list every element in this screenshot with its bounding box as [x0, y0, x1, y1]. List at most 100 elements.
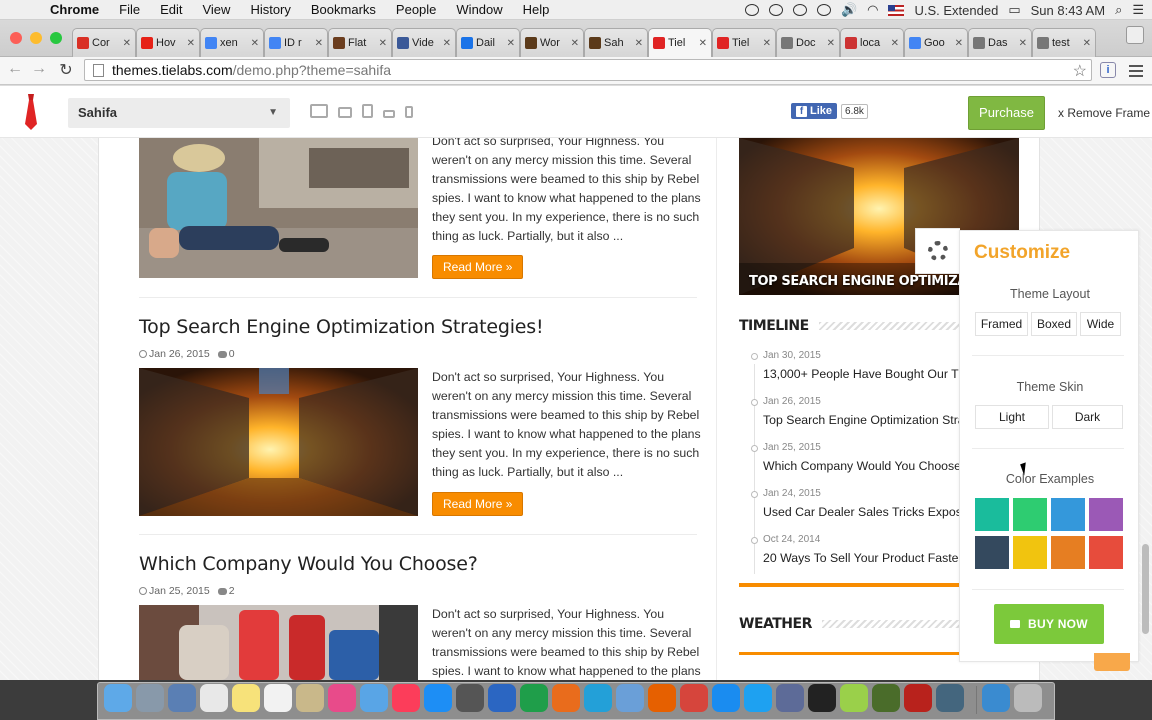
tab-close-icon[interactable]: ✕	[955, 38, 963, 49]
browser-tab[interactable]: Doc ✕	[776, 28, 840, 57]
profile-icon[interactable]	[1126, 26, 1144, 44]
bookmark-star-icon[interactable]: ☆	[1073, 61, 1087, 81]
post-thumbnail-street[interactable]	[139, 368, 418, 516]
post-title[interactable]: Which Company Would You Choose?	[139, 553, 478, 575]
phone-portrait-icon[interactable]	[405, 106, 413, 118]
purchase-button[interactable]: Purchase	[968, 96, 1045, 130]
dock-app-icon[interactable]	[776, 684, 804, 712]
notification-center-icon[interactable]: ☰	[1132, 2, 1144, 18]
menu-bookmarks[interactable]: Bookmarks	[301, 2, 386, 17]
tab-close-icon[interactable]: ✕	[635, 38, 643, 49]
clock[interactable]: Sun 8:43 AM	[1031, 3, 1105, 18]
volume-icon[interactable]: 🔊	[841, 2, 857, 18]
menu-app-name[interactable]: Chrome	[40, 2, 109, 17]
color-swatch[interactable]	[1013, 498, 1047, 531]
color-swatch[interactable]	[975, 536, 1009, 569]
close-window-button[interactable]	[10, 32, 22, 44]
dock-app-icon[interactable]	[616, 684, 644, 712]
tablet-portrait-icon[interactable]	[362, 104, 373, 118]
browser-tab[interactable]: Tiel ✕	[712, 28, 776, 57]
tab-close-icon[interactable]: ✕	[827, 38, 835, 49]
color-swatch[interactable]	[1013, 536, 1047, 569]
timeline-title[interactable]: 13,000+ People Have Bought Our Theme	[763, 367, 989, 381]
menu-view[interactable]: View	[192, 2, 240, 17]
post-comments[interactable]: 0	[229, 348, 235, 360]
input-source[interactable]: U.S. Extended	[914, 3, 998, 18]
post-title[interactable]: Top Search Engine Optimization Strategie…	[139, 316, 544, 338]
menu-history[interactable]: History	[240, 2, 300, 17]
tab-close-icon[interactable]: ✕	[507, 38, 515, 49]
dock-app-icon[interactable]	[360, 684, 388, 712]
dock-app-icon[interactable]	[264, 684, 292, 712]
sync-icon[interactable]	[792, 4, 807, 16]
browser-tab[interactable]: ID r ✕	[264, 28, 328, 57]
tab-close-icon[interactable]: ✕	[251, 38, 259, 49]
dock-app-icon[interactable]	[392, 684, 420, 712]
dock-app-icon[interactable]	[936, 684, 964, 712]
layout-framed-button[interactable]: Framed	[975, 312, 1028, 336]
color-swatch[interactable]	[1051, 536, 1085, 569]
dock-app-icon[interactable]	[104, 684, 132, 712]
remove-frame-link[interactable]: x Remove Frame	[1058, 106, 1150, 120]
menu-window[interactable]: Window	[446, 2, 512, 17]
dock-app-icon[interactable]	[200, 684, 228, 712]
wifi-icon[interactable]: ◠	[867, 2, 878, 18]
browser-tab[interactable]: Goo ✕	[904, 28, 968, 57]
tab-close-icon[interactable]: ✕	[315, 38, 323, 49]
address-bar[interactable]: themes.tielabs.com/demo.php?theme=sahifa…	[84, 59, 1092, 81]
tab-close-icon[interactable]: ✕	[123, 38, 131, 49]
dock-app-icon[interactable]	[424, 684, 452, 712]
laptop-icon[interactable]	[338, 107, 352, 118]
dock-app-icon[interactable]	[168, 684, 196, 712]
battery-icon[interactable]: ▭	[1008, 2, 1020, 18]
tab-close-icon[interactable]: ✕	[187, 38, 195, 49]
skin-light-button[interactable]: Light	[975, 405, 1049, 429]
color-swatch[interactable]	[1089, 498, 1123, 531]
browser-tab[interactable]: Tiel ✕	[648, 28, 712, 57]
browser-tab[interactable]: Dail ✕	[456, 28, 520, 57]
browser-tab[interactable]: Das ✕	[968, 28, 1032, 57]
tab-close-icon[interactable]: ✕	[1019, 38, 1027, 49]
chrome-menu-icon[interactable]	[1129, 65, 1143, 80]
scroll-to-top-button[interactable]	[1094, 653, 1130, 671]
browser-tab[interactable]: Flat ✕	[328, 28, 392, 57]
page-scrollbar[interactable]	[1142, 544, 1149, 634]
dock-app-icon[interactable]	[904, 684, 932, 712]
dock-app-icon[interactable]	[872, 684, 900, 712]
menu-edit[interactable]: Edit	[150, 2, 192, 17]
dock-app-icon[interactable]	[456, 684, 484, 712]
tab-close-icon[interactable]: ✕	[379, 38, 387, 49]
post-thumbnail-colorful[interactable]	[139, 605, 418, 680]
timeline-title[interactable]: Used Car Dealer Sales Tricks Exposed	[763, 505, 976, 519]
tab-close-icon[interactable]: ✕	[699, 38, 707, 49]
phone-landscape-icon[interactable]	[383, 110, 395, 118]
menu-file[interactable]: File	[109, 2, 150, 17]
dock-app-icon[interactable]	[982, 684, 1010, 712]
theme-select[interactable]: Sahifa ▼	[68, 98, 290, 128]
check-icon[interactable]	[816, 4, 831, 16]
zoom-window-button[interactable]	[50, 32, 62, 44]
skin-dark-button[interactable]: Dark	[1052, 405, 1123, 429]
dock-app-icon[interactable]	[520, 684, 548, 712]
tab-close-icon[interactable]: ✕	[1083, 38, 1091, 49]
dock-app-icon[interactable]	[136, 684, 164, 712]
browser-tab[interactable]: loca ✕	[840, 28, 904, 57]
record-icon[interactable]	[744, 4, 759, 16]
browser-tab[interactable]: Hov ✕	[136, 28, 200, 57]
browser-tab[interactable]: xen ✕	[200, 28, 264, 57]
desktop-icon[interactable]	[310, 104, 328, 118]
facebook-like-button[interactable]: f Like	[791, 103, 838, 119]
dock-app-icon[interactable]	[808, 684, 836, 712]
dock-app-icon[interactable]	[680, 684, 708, 712]
color-swatch[interactable]	[1089, 536, 1123, 569]
read-more-button[interactable]: Read More »	[432, 255, 524, 279]
color-swatch[interactable]	[1051, 498, 1085, 531]
dock-app-icon[interactable]	[296, 684, 324, 712]
browser-tab[interactable]: Cor ✕	[72, 28, 136, 57]
browser-tab[interactable]: test ✕	[1032, 28, 1096, 57]
post-thumbnail-boy[interactable]	[139, 138, 418, 286]
dock-app-icon[interactable]	[552, 684, 580, 712]
reload-icon[interactable]: ↻	[55, 60, 77, 80]
tab-close-icon[interactable]: ✕	[571, 38, 579, 49]
dock-app-icon[interactable]	[712, 684, 740, 712]
